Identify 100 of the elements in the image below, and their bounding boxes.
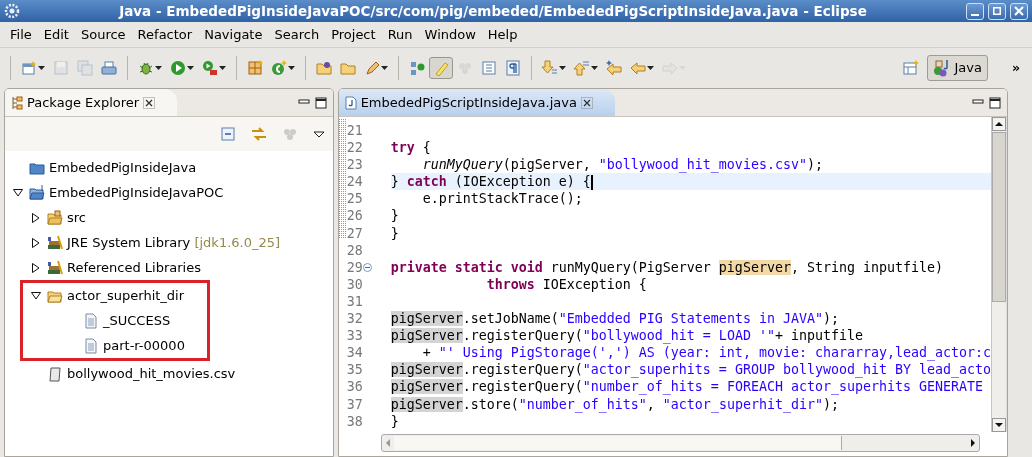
back-arrow-icon [630, 60, 646, 76]
save-all-icon [77, 60, 93, 76]
folder-icon [340, 60, 356, 76]
minimize-icon [971, 13, 979, 16]
line-number: 28 [346, 241, 363, 259]
highlighter-icon [433, 60, 449, 76]
line-number: 31 [346, 292, 363, 311]
line-number: 27 [346, 224, 363, 242]
line-number: 36 [346, 378, 363, 396]
text-cursor [590, 174, 593, 190]
code-line: } [390, 413, 399, 429]
highlighter-button[interactable] [429, 57, 453, 79]
code-line: e.printStackTrace(); [421, 191, 583, 207]
maximize-icon [314, 96, 327, 109]
hierarchy-icon [409, 60, 425, 76]
tree-item[interactable]: src [67, 207, 86, 228]
tree-item[interactable]: bollywood_hit_movies.csv [67, 363, 236, 384]
tree-item[interactable]: JRE System Library [jdk1.6.0_25] [67, 232, 281, 253]
bug-icon [138, 60, 154, 76]
dots-icon [282, 127, 297, 141]
caret-icon [219, 66, 226, 70]
line-number: 22 [346, 139, 363, 157]
maximize-icon [989, 96, 1001, 109]
code-line: } [390, 208, 399, 224]
minimize-button[interactable] [966, 2, 984, 20]
line-number: 32 [346, 310, 363, 328]
perspective-button[interactable]: Java [927, 55, 988, 81]
run-icon [170, 60, 186, 76]
line-number: 21 [346, 122, 363, 140]
code-line: pigServer.registerQuery("bollywood_hit = LOAD '"+ inputfile [390, 328, 863, 344]
line-number: 38 [346, 412, 363, 430]
code-line: try { [390, 140, 431, 156]
editor-tab[interactable]: EmbededPigScriptInsideJava.java [338, 89, 615, 116]
vertical-scrollbar[interactable] [991, 117, 1007, 432]
code-line: throws IOException { [485, 276, 647, 292]
maximize-button[interactable] [988, 2, 1006, 20]
tree-item[interactable]: actor_superhit_dir [67, 285, 185, 306]
line-number: 30 [346, 275, 363, 293]
view-tab[interactable]: Package Explorer [5, 89, 178, 116]
caret-icon [187, 66, 194, 70]
tab-label: Package Explorer [27, 93, 140, 112]
line-number: 35 [346, 361, 363, 379]
window-title: Java - EmbededPigInsideJavaPOC/src/com/pig/embeded/EmbededPigScriptInsideJava.java - Eclipse [117, 1, 868, 21]
tree-item[interactable]: part-r-00000 [103, 335, 185, 356]
package-explorer-icon [11, 95, 23, 110]
maximize-icon [993, 7, 1001, 15]
menu-item[interactable]: Help [481, 24, 524, 45]
folder-icon [316, 60, 332, 76]
code-line: private static void runMyQuery(PigServer pigServer, String inputfile) [390, 259, 944, 275]
line-number: 25 [346, 190, 363, 208]
line-number: 26 [346, 207, 363, 225]
tree-item[interactable]: Referenced Libraries [67, 257, 201, 278]
external-tool-icon [202, 60, 218, 76]
code-line: runMyQuery(pigServer, "bollywood_hit_movies.csv"); [421, 157, 823, 173]
tree-item[interactable]: EmbededPigInsideJavaPOC [49, 182, 224, 203]
java-file-icon [344, 95, 357, 110]
menu-item[interactable]: Run [381, 24, 419, 45]
app-icon [4, 3, 20, 19]
overflow-chevron[interactable]: » [1011, 58, 1020, 78]
tree-item[interactable]: _SUCCESS [103, 310, 171, 331]
line-number: 23 [346, 156, 363, 174]
menu-item[interactable]: Project [325, 24, 382, 45]
menu-item[interactable]: Search [268, 24, 326, 45]
close-button[interactable] [1010, 2, 1028, 20]
caret-icon [647, 66, 654, 70]
class-icon [271, 60, 287, 76]
print-icon [101, 60, 117, 76]
package-icon [247, 60, 263, 76]
caret-icon [381, 66, 388, 70]
view-menu-icon [312, 130, 325, 138]
block-select-icon [481, 60, 497, 76]
code-line: } catch (IOException e) { [390, 174, 591, 190]
back-arrow-icon [606, 60, 622, 76]
down-arrow-icon [542, 60, 558, 76]
scroll-down-icon [992, 418, 1007, 432]
whitespace-icon [505, 60, 521, 76]
tree-item[interactable]: EmbededPigInsideJava [49, 157, 197, 178]
code-line: pigServer.setJobName("Embedded PIG Statements in JAVA"); [390, 311, 839, 327]
line-number: 37 [346, 395, 363, 413]
menu-item[interactable]: Refactor [131, 24, 199, 45]
menu-item[interactable]: Window [418, 24, 482, 45]
collapse-all-icon [220, 127, 235, 141]
menu-item[interactable]: Source [74, 24, 132, 45]
menu-item[interactable]: Edit [37, 24, 75, 45]
caret-icon [38, 66, 45, 70]
menu-item[interactable]: Navigate [198, 24, 269, 45]
close-icon [143, 96, 156, 109]
caret-icon [288, 66, 295, 70]
menu-item[interactable]: File [4, 24, 38, 45]
caret-icon [155, 66, 162, 70]
up-arrow-icon [574, 60, 590, 76]
close-icon [580, 96, 593, 109]
close-icon [1014, 6, 1024, 16]
line-number: 24 [346, 173, 363, 191]
tab-label: EmbededPigScriptInsideJava.java [360, 93, 577, 112]
code-line: + "' Using PigStorage(',') AS (year: int, movie: chararray,lead_actor:c [421, 345, 992, 361]
horizontal-scrollbar[interactable] [380, 434, 980, 452]
pen-icon [364, 60, 380, 76]
open-perspective-icon [903, 60, 920, 76]
line-number: 33 [346, 327, 363, 345]
